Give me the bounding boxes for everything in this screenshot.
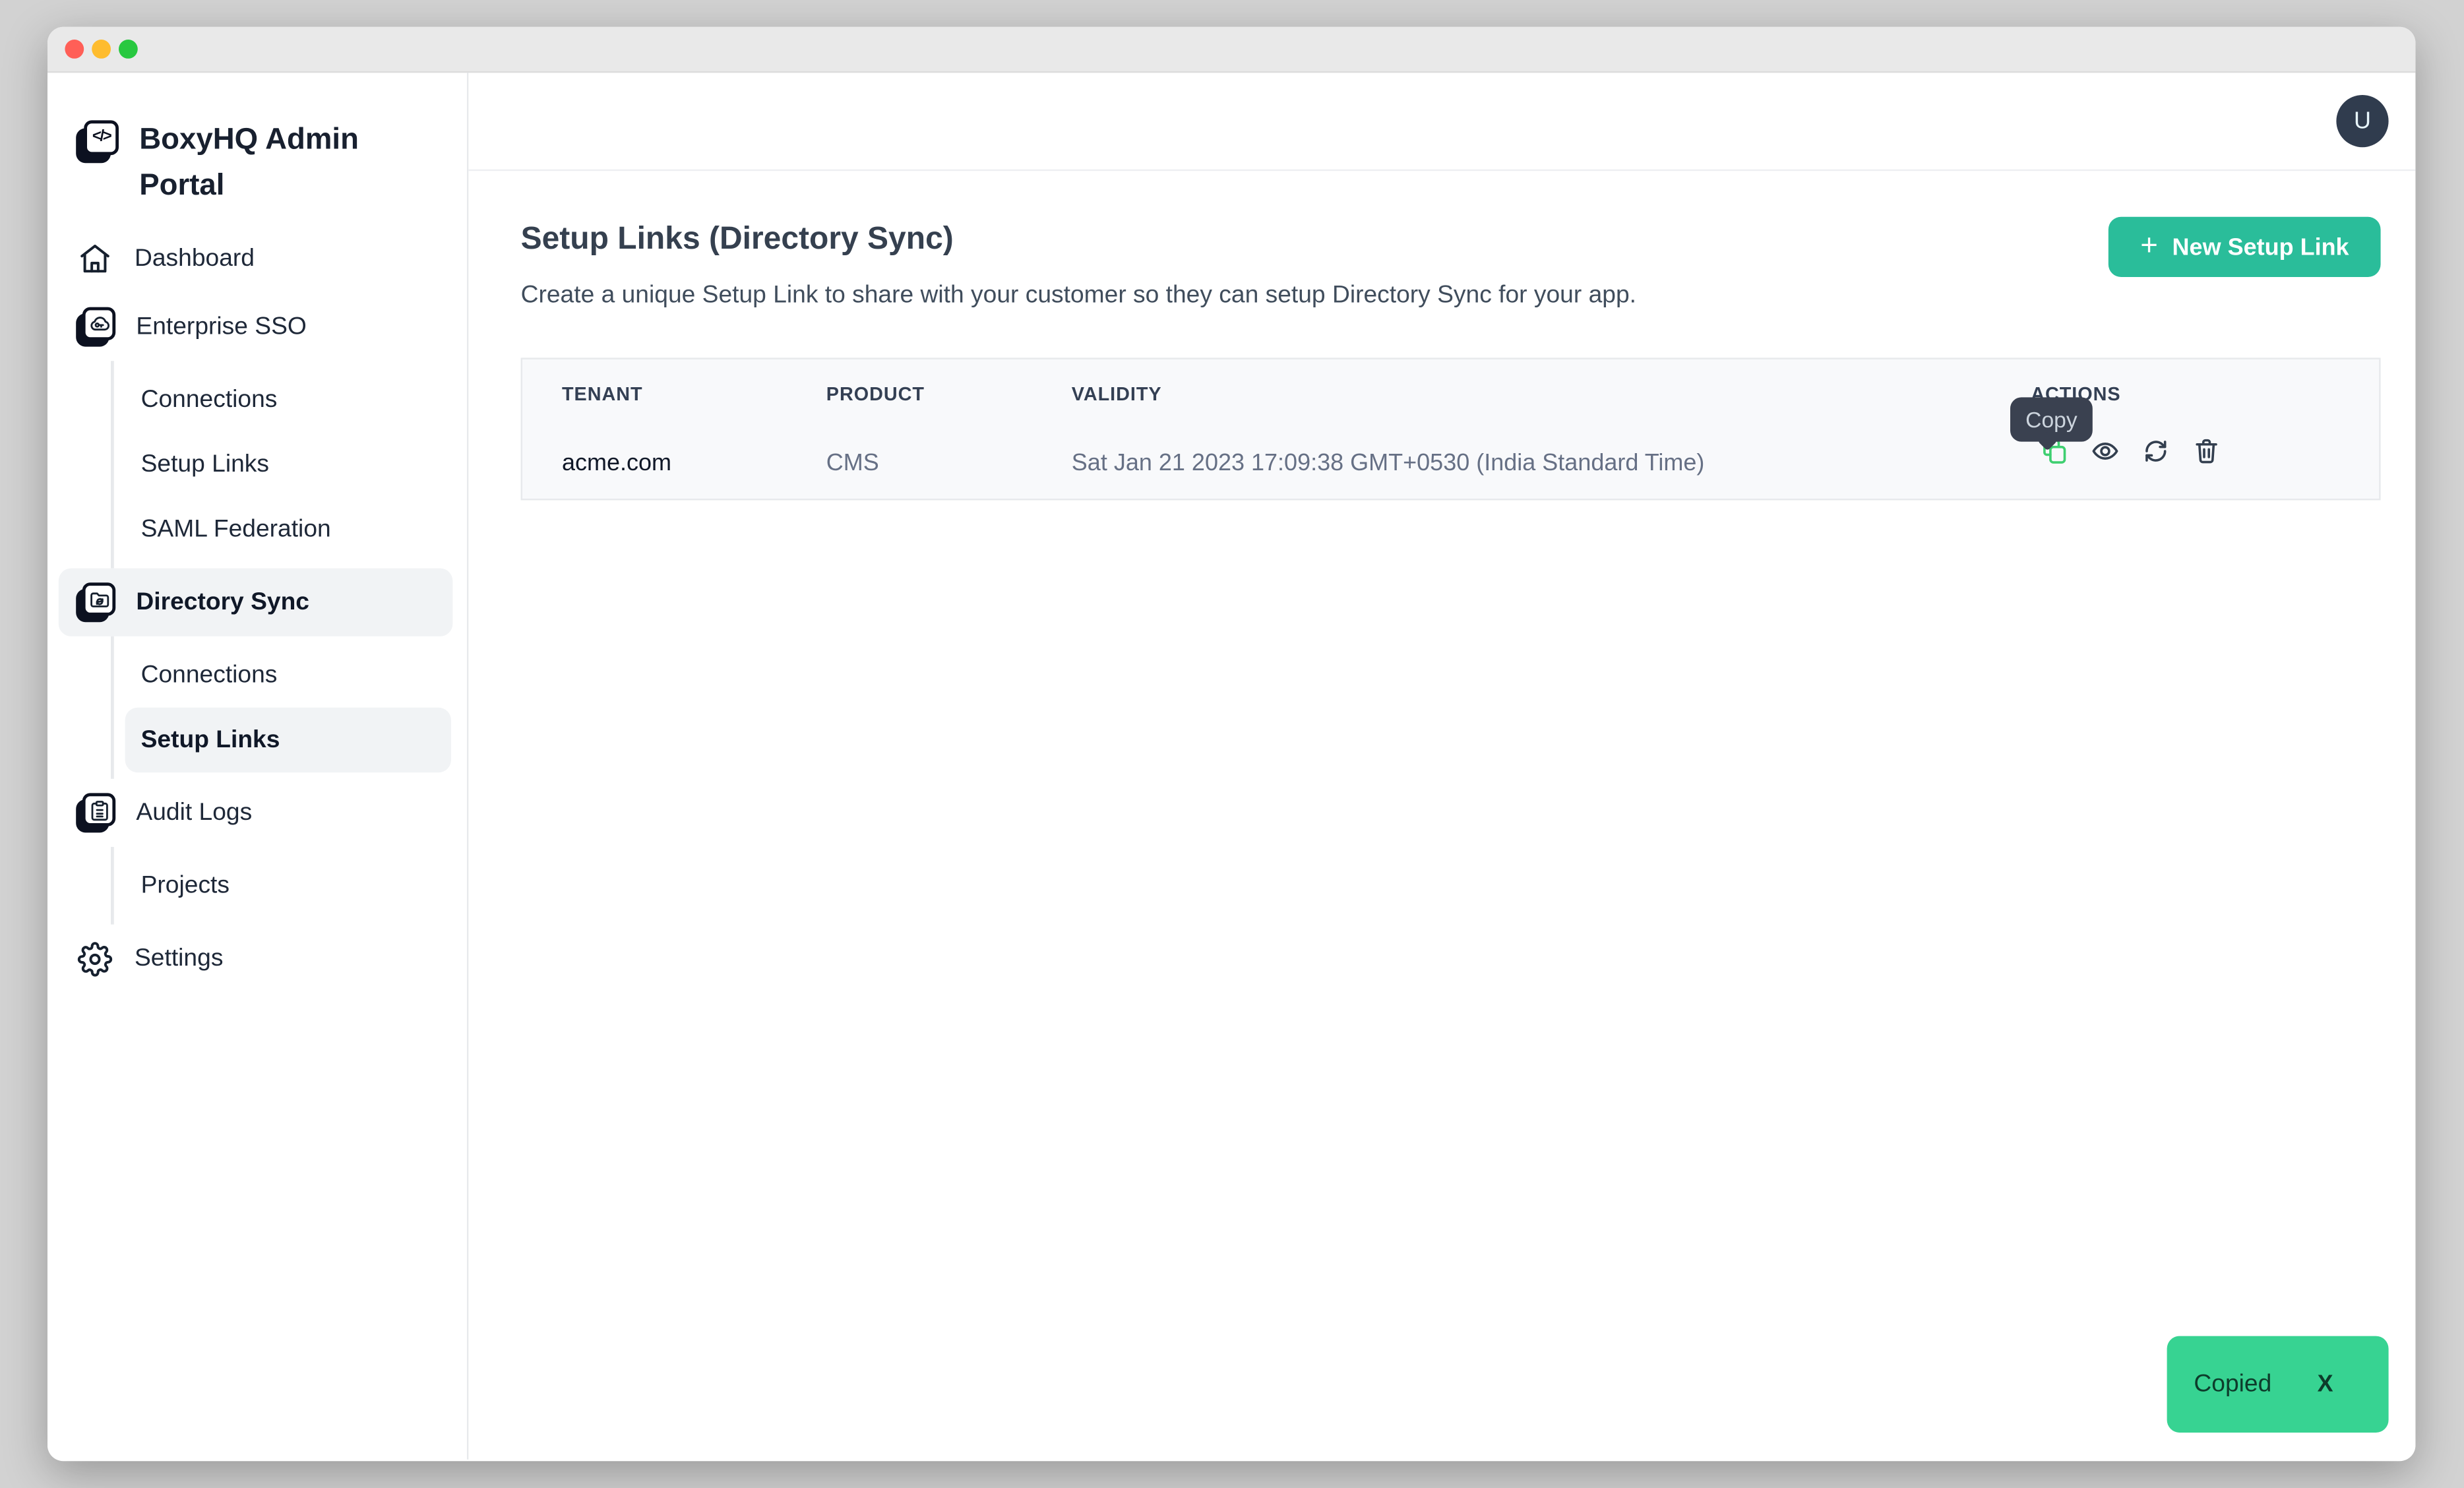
view-link-button[interactable]	[2091, 437, 2119, 465]
audit-logs-icon	[76, 793, 115, 832]
sidebar-item-ds-setup-links[interactable]: Setup Links	[125, 708, 451, 772]
audit-logs-subnav: Projects	[111, 847, 467, 925]
column-header-product: PRODUCT	[826, 383, 925, 406]
toast-close-button[interactable]: X	[2318, 1371, 2333, 1398]
avatar-initial: U	[2354, 108, 2371, 135]
copy-tooltip-label: Copy	[2025, 407, 2077, 432]
desktop-background: </> BoxyHQ Admin Portal Dashboard	[0, 0, 2464, 1488]
sidebar-item-saml-federation[interactable]: SAML Federation	[114, 497, 467, 562]
cell-tenant: acme.com	[562, 450, 671, 478]
directory-sync-icon	[76, 582, 115, 622]
app-body: </> BoxyHQ Admin Portal Dashboard	[47, 73, 2415, 1459]
close-window-button[interactable]	[65, 40, 84, 59]
sidebar-item-dashboard[interactable]: Dashboard	[47, 225, 467, 293]
page-description: Create a unique Setup Link to share with…	[521, 277, 1819, 313]
refresh-icon	[2141, 437, 2170, 465]
code-glyph: </>	[92, 130, 111, 146]
home-icon	[76, 241, 114, 276]
enterprise-sso-icon	[76, 307, 115, 347]
sidebar-nav: Dashboard Enterprise S	[47, 225, 467, 993]
app-window: </> BoxyHQ Admin Portal Dashboard	[47, 27, 2415, 1461]
sidebar-item-enterprise-sso[interactable]: Enterprise SSO	[47, 293, 467, 361]
toast-message: Copied	[2194, 1370, 2271, 1398]
plus-icon: +	[2140, 230, 2158, 261]
window-titlebar	[47, 27, 2415, 73]
sidebar-item-settings[interactable]: Settings	[47, 925, 467, 993]
minimize-window-button[interactable]	[92, 40, 111, 59]
new-setup-link-label: New Setup Link	[2172, 233, 2349, 261]
user-avatar[interactable]: U	[2336, 95, 2388, 147]
sidebar-item-projects[interactable]: Projects	[114, 853, 467, 918]
cell-validity: Sat Jan 21 2023 17:09:38 GMT+0530 (India…	[1072, 450, 1705, 478]
new-setup-link-button[interactable]: + New Setup Link	[2109, 217, 2380, 277]
main-area: U Setup Links (Directory Sync) Create a …	[468, 73, 2415, 1459]
cell-product: CMS	[826, 450, 879, 478]
sidebar-item-directory-sync[interactable]: Directory Sync	[59, 569, 453, 636]
sidebar-item-audit-logs[interactable]: Audit Logs	[47, 779, 467, 847]
page-title: Setup Links (Directory Sync)	[521, 217, 2381, 261]
gear-icon	[76, 941, 114, 976]
sidebar-item-label: Settings	[135, 945, 223, 973]
column-header-validity: VALIDITY	[1072, 383, 1162, 406]
directory-sync-subnav: Connections Setup Links	[111, 636, 467, 779]
eye-icon	[2091, 437, 2119, 465]
setup-links-table: TENANT PRODUCT VALIDITY ACTIONS acme.com…	[521, 357, 2381, 500]
sidebar-item-label: Dashboard	[135, 245, 255, 273]
setup-links-page: Setup Links (Directory Sync) Create a un…	[468, 171, 2415, 500]
sidebar-item-ds-connections[interactable]: Connections	[114, 642, 467, 707]
copy-tooltip: Copy	[2010, 397, 2093, 441]
sidebar-item-label: Audit Logs	[136, 799, 252, 827]
app-title: BoxyHQ Admin Portal	[139, 117, 377, 209]
enterprise-sso-subnav: Connections Setup Links SAML Federation	[111, 361, 467, 568]
sidebar-item-sso-setup-links[interactable]: Setup Links	[114, 432, 467, 497]
delete-link-button[interactable]	[2192, 437, 2221, 465]
sidebar-item-label: Directory Sync	[136, 588, 309, 617]
sidebar-item-sso-connections[interactable]: Connections	[114, 367, 467, 432]
sidebar-item-label: Enterprise SSO	[136, 313, 306, 341]
topbar: U	[468, 73, 2415, 171]
trash-icon	[2192, 437, 2221, 465]
app-logo: </> BoxyHQ Admin Portal	[76, 117, 441, 209]
zoom-window-button[interactable]	[119, 40, 138, 59]
copied-toast: Copied X	[2167, 1336, 2389, 1433]
boxyhq-logo-icon: </>	[76, 120, 119, 163]
column-header-tenant: TENANT	[562, 383, 643, 406]
sidebar: </> BoxyHQ Admin Portal Dashboard	[47, 73, 468, 1459]
regenerate-link-button[interactable]	[2141, 437, 2170, 465]
